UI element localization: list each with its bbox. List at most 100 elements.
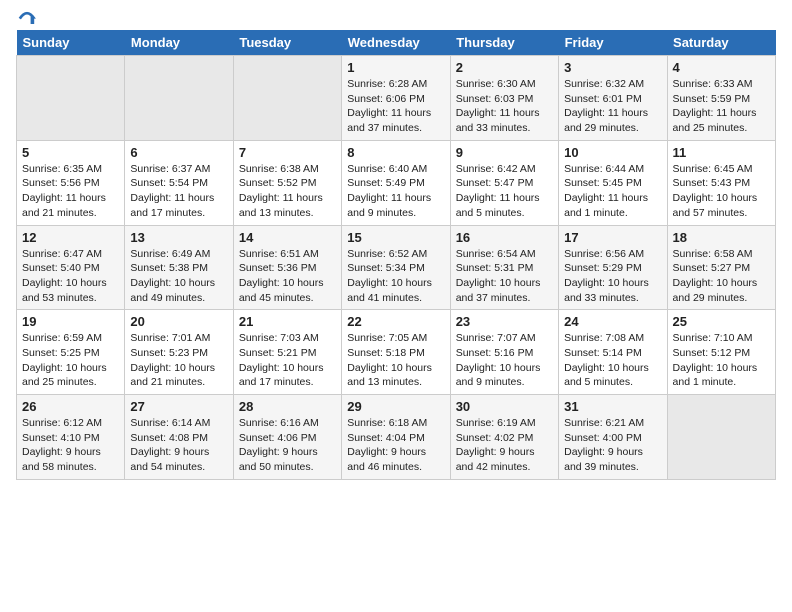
day-info: Sunrise: 6:44 AM Sunset: 5:45 PM Dayligh… <box>564 162 661 221</box>
calendar-cell: 23 Sunrise: 7:07 AM Sunset: 5:16 PM Dayli… <box>450 310 558 395</box>
day-number: 24 <box>564 314 661 329</box>
day-header-sunday: Sunday <box>17 30 125 56</box>
day-number: 31 <box>564 399 661 414</box>
calendar-cell <box>17 56 125 141</box>
day-number: 29 <box>347 399 444 414</box>
day-number: 1 <box>347 60 444 75</box>
day-number: 7 <box>239 145 336 160</box>
day-info: Sunrise: 6:54 AM Sunset: 5:31 PM Dayligh… <box>456 247 553 306</box>
calendar-cell: 24Sunrise: 7:08 AM Sunset: 5:14 PM Dayli… <box>559 310 667 395</box>
day-info: Sunrise: 6:58 AM Sunset: 5:27 PM Dayligh… <box>673 247 770 306</box>
day-info: Sunrise: 6:45 AM Sunset: 5:43 PM Dayligh… <box>673 162 770 221</box>
day-info: Sunrise: 6:32 AM Sunset: 6:01 PM Dayligh… <box>564 77 661 136</box>
calendar-cell: 9 Sunrise: 6:42 AM Sunset: 5:47 PM Daylig… <box>450 140 558 225</box>
day-number: 18 <box>673 230 770 245</box>
day-info: Sunrise: 6:42 AM Sunset: 5:47 PM Dayligh… <box>456 162 553 221</box>
day-number: 26 <box>22 399 119 414</box>
day-header-friday: Friday <box>559 30 667 56</box>
day-number: 6 <box>130 145 227 160</box>
calendar-cell: 30Sunrise: 6:19 AM Sunset: 4:02 PM Dayli… <box>450 395 558 480</box>
day-number: 11 <box>673 145 770 160</box>
calendar-cell: 13Sunrise: 6:49 AM Sunset: 5:38 PM Dayli… <box>125 225 233 310</box>
week-row-3: 12 Sunrise: 6:47 AM Sunset: 5:40 PM Dayli… <box>17 225 776 310</box>
day-info: Sunrise: 6:16 AM Sunset: 4:06 PM Dayligh… <box>239 416 336 475</box>
day-header-saturday: Saturday <box>667 30 775 56</box>
page-header <box>16 10 776 24</box>
day-info: Sunrise: 6:28 AM Sunset: 6:06 PM Dayligh… <box>347 77 444 136</box>
day-info: Sunrise: 6:49 AM Sunset: 5:38 PM Dayligh… <box>130 247 227 306</box>
calendar-cell: 18 Sunrise: 6:58 AM Sunset: 5:27 PM Dayli… <box>667 225 775 310</box>
logo-icon <box>18 6 36 24</box>
page-container: SundayMondayTuesdayWednesdayThursdayFrid… <box>0 0 792 490</box>
calendar-cell: 6Sunrise: 6:37 AM Sunset: 5:54 PM Daylig… <box>125 140 233 225</box>
day-header-monday: Monday <box>125 30 233 56</box>
calendar-cell: 15 Sunrise: 6:52 AM Sunset: 5:34 PM Dayli… <box>342 225 450 310</box>
calendar-cell: 14 Sunrise: 6:51 AM Sunset: 5:36 PM Dayli… <box>233 225 341 310</box>
calendar-cell: 31 Sunrise: 6:21 AM Sunset: 4:00 PM Dayli… <box>559 395 667 480</box>
calendar-cell: 16Sunrise: 6:54 AM Sunset: 5:31 PM Dayli… <box>450 225 558 310</box>
calendar-cell: 10 Sunrise: 6:44 AM Sunset: 5:45 PM Dayli… <box>559 140 667 225</box>
calendar-cell: 20 Sunrise: 7:01 AM Sunset: 5:23 PM Dayli… <box>125 310 233 395</box>
day-number: 23 <box>456 314 553 329</box>
day-number: 4 <box>673 60 770 75</box>
day-number: 9 <box>456 145 553 160</box>
day-info: Sunrise: 6:38 AM Sunset: 5:52 PM Dayligh… <box>239 162 336 221</box>
day-info: Sunrise: 6:51 AM Sunset: 5:36 PM Dayligh… <box>239 247 336 306</box>
day-number: 3 <box>564 60 661 75</box>
day-header-thursday: Thursday <box>450 30 558 56</box>
day-info: Sunrise: 7:01 AM Sunset: 5:23 PM Dayligh… <box>130 331 227 390</box>
day-number: 27 <box>130 399 227 414</box>
calendar-cell: 8Sunrise: 6:40 AM Sunset: 5:49 PM Daylig… <box>342 140 450 225</box>
day-number: 28 <box>239 399 336 414</box>
calendar-header-row: SundayMondayTuesdayWednesdayThursdayFrid… <box>17 30 776 56</box>
day-info: Sunrise: 6:14 AM Sunset: 4:08 PM Dayligh… <box>130 416 227 475</box>
calendar-body: 1 Sunrise: 6:28 AM Sunset: 6:06 PM Daylig… <box>17 56 776 480</box>
day-number: 22 <box>347 314 444 329</box>
calendar-cell: 28 Sunrise: 6:16 AM Sunset: 4:06 PM Dayli… <box>233 395 341 480</box>
calendar-cell: 27 Sunrise: 6:14 AM Sunset: 4:08 PM Dayli… <box>125 395 233 480</box>
calendar-cell: 4Sunrise: 6:33 AM Sunset: 5:59 PM Daylig… <box>667 56 775 141</box>
day-number: 21 <box>239 314 336 329</box>
calendar-cell: 22Sunrise: 7:05 AM Sunset: 5:18 PM Dayli… <box>342 310 450 395</box>
day-info: Sunrise: 7:07 AM Sunset: 5:16 PM Dayligh… <box>456 331 553 390</box>
calendar-cell <box>667 395 775 480</box>
calendar-cell: 1 Sunrise: 6:28 AM Sunset: 6:06 PM Daylig… <box>342 56 450 141</box>
week-row-2: 5 Sunrise: 6:35 AM Sunset: 5:56 PM Daylig… <box>17 140 776 225</box>
day-number: 10 <box>564 145 661 160</box>
logo <box>16 14 36 24</box>
day-info: Sunrise: 6:59 AM Sunset: 5:25 PM Dayligh… <box>22 331 119 390</box>
day-number: 12 <box>22 230 119 245</box>
day-number: 2 <box>456 60 553 75</box>
day-info: Sunrise: 6:47 AM Sunset: 5:40 PM Dayligh… <box>22 247 119 306</box>
day-info: Sunrise: 6:35 AM Sunset: 5:56 PM Dayligh… <box>22 162 119 221</box>
day-info: Sunrise: 6:52 AM Sunset: 5:34 PM Dayligh… <box>347 247 444 306</box>
day-number: 17 <box>564 230 661 245</box>
calendar-cell: 3 Sunrise: 6:32 AM Sunset: 6:01 PM Daylig… <box>559 56 667 141</box>
day-number: 15 <box>347 230 444 245</box>
day-info: Sunrise: 6:18 AM Sunset: 4:04 PM Dayligh… <box>347 416 444 475</box>
calendar-cell: 5 Sunrise: 6:35 AM Sunset: 5:56 PM Daylig… <box>17 140 125 225</box>
calendar-cell: 19Sunrise: 6:59 AM Sunset: 5:25 PM Dayli… <box>17 310 125 395</box>
calendar-cell: 11 Sunrise: 6:45 AM Sunset: 5:43 PM Dayli… <box>667 140 775 225</box>
day-info: Sunrise: 6:12 AM Sunset: 4:10 PM Dayligh… <box>22 416 119 475</box>
day-header-tuesday: Tuesday <box>233 30 341 56</box>
calendar-cell: 25 Sunrise: 7:10 AM Sunset: 5:12 PM Dayli… <box>667 310 775 395</box>
calendar-cell <box>125 56 233 141</box>
day-number: 30 <box>456 399 553 414</box>
calendar-cell: 2 Sunrise: 6:30 AM Sunset: 6:03 PM Daylig… <box>450 56 558 141</box>
day-number: 5 <box>22 145 119 160</box>
calendar-cell: 17 Sunrise: 6:56 AM Sunset: 5:29 PM Dayli… <box>559 225 667 310</box>
week-row-1: 1 Sunrise: 6:28 AM Sunset: 6:06 PM Daylig… <box>17 56 776 141</box>
day-info: Sunrise: 6:21 AM Sunset: 4:00 PM Dayligh… <box>564 416 661 475</box>
day-header-wednesday: Wednesday <box>342 30 450 56</box>
day-number: 20 <box>130 314 227 329</box>
day-info: Sunrise: 7:10 AM Sunset: 5:12 PM Dayligh… <box>673 331 770 390</box>
day-number: 25 <box>673 314 770 329</box>
day-info: Sunrise: 6:56 AM Sunset: 5:29 PM Dayligh… <box>564 247 661 306</box>
day-info: Sunrise: 6:30 AM Sunset: 6:03 PM Dayligh… <box>456 77 553 136</box>
calendar-cell: 29 Sunrise: 6:18 AM Sunset: 4:04 PM Dayli… <box>342 395 450 480</box>
week-row-5: 26 Sunrise: 6:12 AM Sunset: 4:10 PM Dayli… <box>17 395 776 480</box>
day-number: 14 <box>239 230 336 245</box>
day-info: Sunrise: 7:03 AM Sunset: 5:21 PM Dayligh… <box>239 331 336 390</box>
calendar-cell: 21 Sunrise: 7:03 AM Sunset: 5:21 PM Dayli… <box>233 310 341 395</box>
